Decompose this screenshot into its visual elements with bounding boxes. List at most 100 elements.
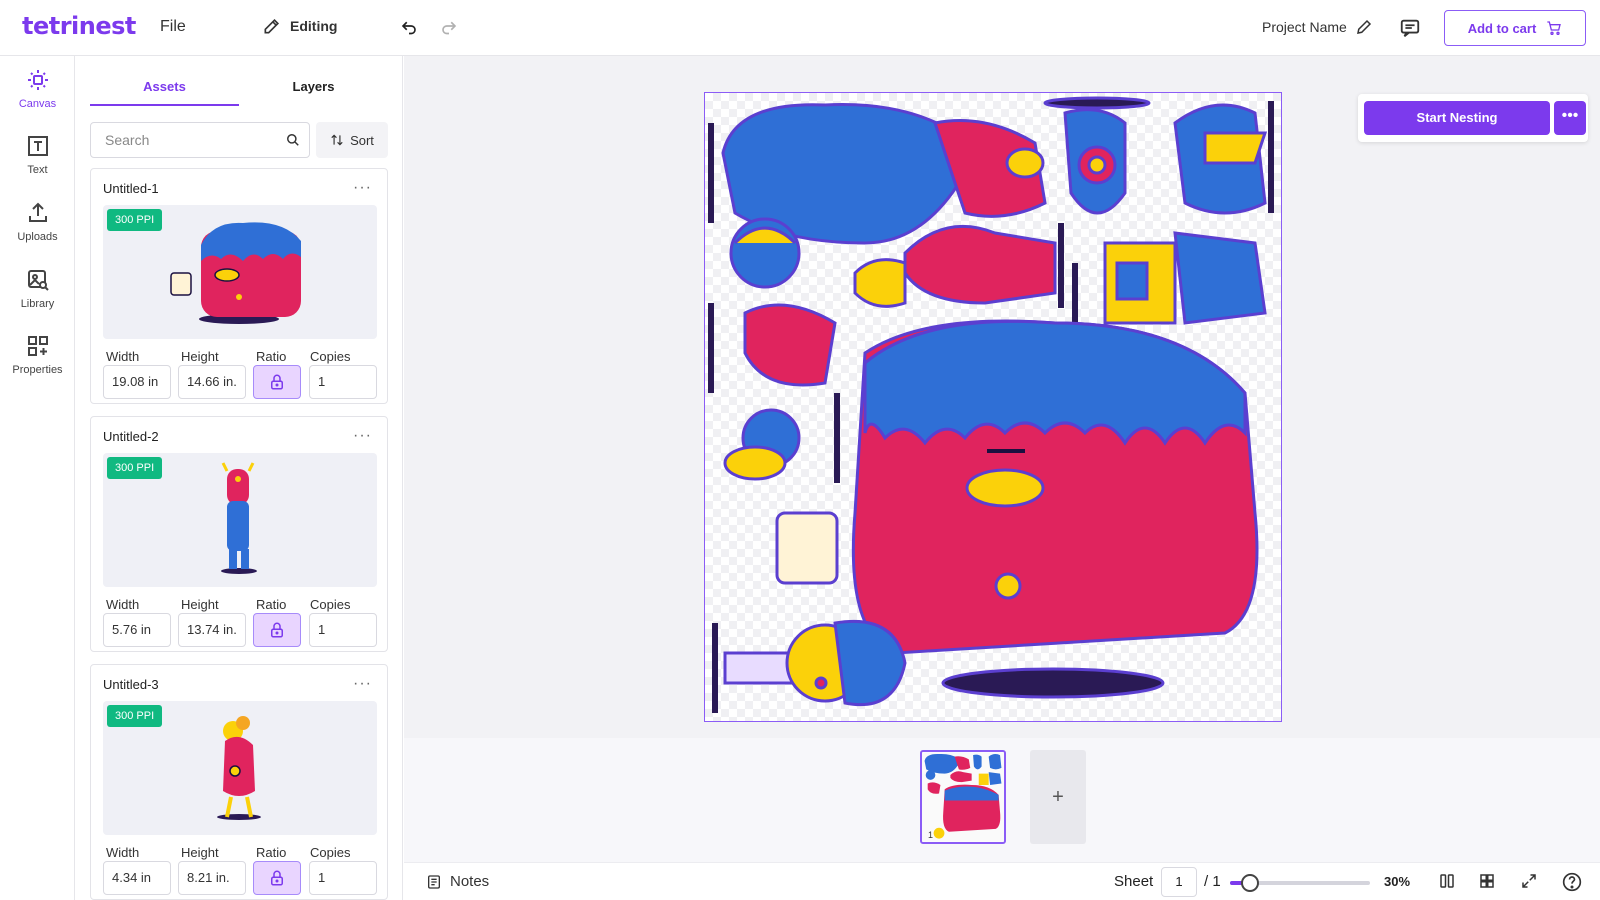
sheet-thumbnail-number: 1 xyxy=(928,830,934,840)
asset-name: Untitled-3 xyxy=(103,677,159,692)
sort-button[interactable]: Sort xyxy=(316,122,388,158)
editing-mode-label: Editing xyxy=(290,18,338,34)
asset-more-button[interactable]: ··· xyxy=(353,427,372,445)
zoom-level: 30% xyxy=(1384,874,1411,889)
height-field[interactable]: 14.66 in. xyxy=(178,365,246,399)
width-label: Width xyxy=(106,349,140,364)
add-to-cart-button[interactable]: Add to cart xyxy=(1444,10,1586,46)
notes-button[interactable]: Notes xyxy=(426,873,489,890)
nested-artwork xyxy=(708,96,1274,713)
width-field[interactable]: 19.08 in xyxy=(103,365,171,399)
sort-icon xyxy=(331,134,343,146)
sheet-thumbnail[interactable]: 1 xyxy=(920,750,1006,844)
sheet-total: / 1 xyxy=(1204,873,1221,890)
ratio-lock-button[interactable] xyxy=(253,365,301,399)
help-icon[interactable] xyxy=(1562,872,1582,892)
tab-layers[interactable]: Layers xyxy=(239,76,388,106)
text-icon xyxy=(27,136,48,156)
copies-field[interactable]: 1 xyxy=(309,861,377,895)
notes-icon xyxy=(428,874,440,889)
rail-item-uploads[interactable]: Uploads xyxy=(0,201,75,243)
width-field[interactable]: 5.76 in xyxy=(103,613,171,647)
asset-name: Untitled-2 xyxy=(103,429,159,444)
top-bar: tetrinest File Editing Project Name Add … xyxy=(0,0,1600,56)
ratio-label: Ratio xyxy=(256,349,287,364)
copies-field[interactable]: 1 xyxy=(309,613,377,647)
print-sheet[interactable] xyxy=(704,92,1282,722)
copies-label: Copies xyxy=(310,845,351,860)
ratio-lock-button[interactable] xyxy=(253,861,301,895)
height-field[interactable]: 8.21 in. xyxy=(178,861,246,895)
asset-thumbnail: 300 PPI xyxy=(103,205,377,339)
asset-thumbnail: 300 PPI xyxy=(103,701,377,835)
copies-label: Copies xyxy=(310,597,351,612)
sheet-number-input[interactable]: 1 xyxy=(1161,867,1197,897)
height-label: Height xyxy=(181,597,219,612)
project-name-button[interactable]: Project Name xyxy=(1262,18,1373,36)
grid-view-icon[interactable] xyxy=(1478,872,1496,890)
asset-more-button[interactable]: ··· xyxy=(353,179,372,197)
file-menu[interactable]: File xyxy=(160,18,186,36)
ppi-badge: 300 PPI xyxy=(107,705,163,727)
zoom-slider-handle[interactable] xyxy=(1241,874,1259,892)
asset-more-button[interactable]: ··· xyxy=(353,675,372,693)
copies-field[interactable]: 1 xyxy=(309,365,377,399)
panel-tabs: Assets Layers xyxy=(90,76,388,106)
rail-label-uploads: Uploads xyxy=(17,231,58,243)
width-field[interactable]: 4.34 in xyxy=(103,861,171,895)
lock-icon xyxy=(271,870,283,886)
tool-rail: Canvas Text Uploads Library Properties xyxy=(0,56,75,900)
height-field[interactable]: 13.74 in. xyxy=(178,613,246,647)
editing-mode-button[interactable]: Editing xyxy=(262,16,337,36)
comment-icon[interactable] xyxy=(1399,17,1421,39)
search-icon[interactable] xyxy=(286,133,300,147)
rail-label-canvas: Canvas xyxy=(18,98,57,110)
height-label: Height xyxy=(181,349,219,364)
nesting-more-button[interactable]: ••• xyxy=(1554,101,1586,135)
ratio-label: Ratio xyxy=(256,597,287,612)
rail-item-text[interactable]: Text xyxy=(0,134,75,176)
nesting-toolbar: Start Nesting ••• xyxy=(1358,94,1588,142)
rail-label-properties: Properties xyxy=(12,364,63,376)
copies-label: Copies xyxy=(310,349,351,364)
fullscreen-icon[interactable] xyxy=(1520,872,1538,890)
asset-card[interactable]: Untitled-1 ··· 300 PPI Width Height Rati… xyxy=(90,168,388,404)
add-to-cart-label: Add to cart xyxy=(1467,20,1537,36)
rail-label-library: Library xyxy=(20,298,55,310)
pencil-icon xyxy=(1356,19,1371,34)
search-input[interactable]: Search xyxy=(90,122,310,158)
assets-panel: Assets Layers Search Sort Untitled-1 ···… xyxy=(75,56,403,900)
rail-label-text: Text xyxy=(27,164,48,176)
rail-item-properties[interactable]: Properties xyxy=(0,334,75,376)
canvas-icon xyxy=(27,70,48,90)
app-logo[interactable]: tetrinest xyxy=(22,12,136,40)
width-label: Width xyxy=(106,845,140,860)
ratio-lock-button[interactable] xyxy=(253,613,301,647)
start-nesting-button[interactable]: Start Nesting xyxy=(1364,101,1550,135)
ratio-label: Ratio xyxy=(256,845,287,860)
sort-label: Sort xyxy=(350,132,374,148)
height-label: Height xyxy=(181,845,219,860)
redo-icon[interactable] xyxy=(440,17,458,35)
asset-card[interactable]: Untitled-2 ··· 300 PPI Width Height Rati… xyxy=(90,416,388,652)
project-name: Project Name xyxy=(1262,19,1347,35)
edit-icon xyxy=(264,18,280,34)
asset-name: Untitled-1 xyxy=(103,181,159,196)
undo-icon[interactable] xyxy=(400,17,418,35)
sheet-strip: 1 + xyxy=(404,738,1600,862)
zoom-slider[interactable] xyxy=(1230,874,1370,892)
lock-icon xyxy=(271,374,283,390)
upload-icon xyxy=(28,202,47,222)
split-view-icon[interactable] xyxy=(1438,872,1456,890)
tab-assets[interactable]: Assets xyxy=(90,76,239,106)
properties-icon xyxy=(27,336,48,356)
rail-item-canvas[interactable]: Canvas xyxy=(0,68,75,110)
ppi-badge: 300 PPI xyxy=(107,457,163,479)
asset-card[interactable]: Untitled-3 ··· 300 PPI Width Height Rati… xyxy=(90,664,388,900)
ppi-badge: 300 PPI xyxy=(107,209,163,231)
library-icon xyxy=(27,270,49,291)
rail-item-library[interactable]: Library xyxy=(0,268,75,310)
width-label: Width xyxy=(106,597,140,612)
add-sheet-button[interactable]: + xyxy=(1030,750,1086,844)
asset-thumbnail: 300 PPI xyxy=(103,453,377,587)
